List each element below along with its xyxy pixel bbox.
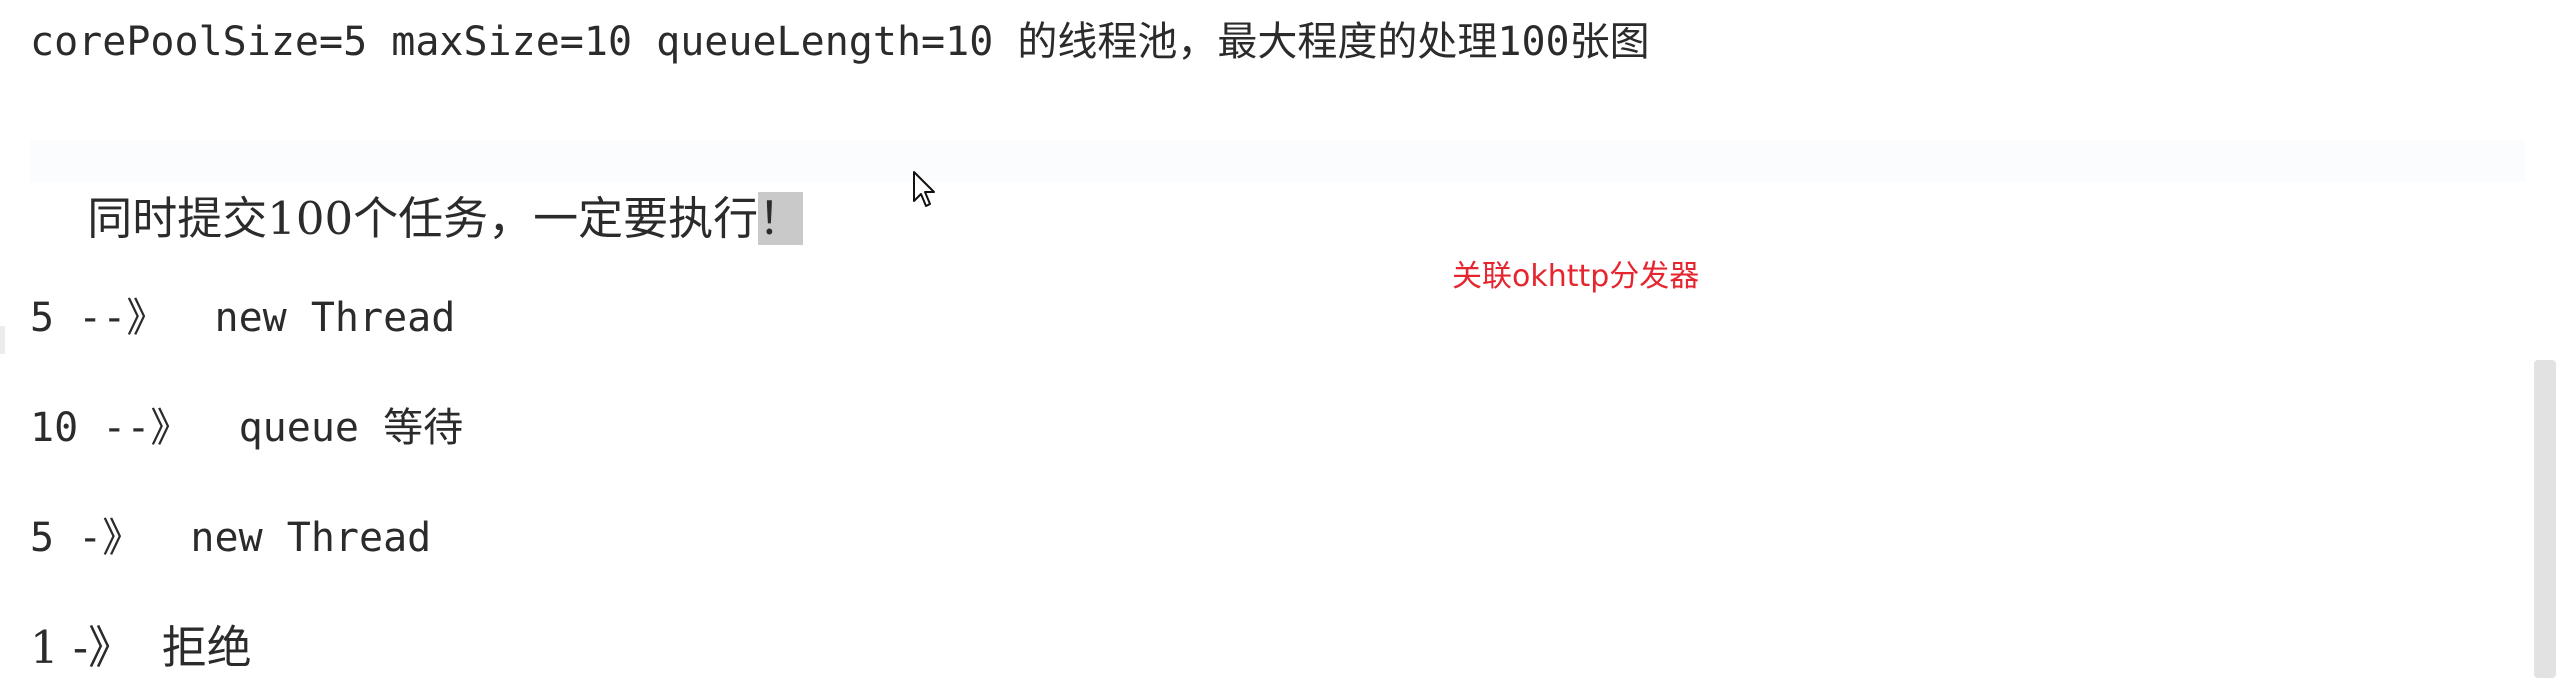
mouse-pointer-icon: [912, 170, 936, 210]
left-edge-marker: [0, 326, 5, 354]
annotation-note: 关联okhttp分发器: [1452, 259, 1700, 294]
document-line-1: corePoolSize=5 maxSize=10 queueLength=10…: [30, 19, 1650, 65]
document-editor[interactable]: corePoolSize=5 maxSize=10 queueLength=10…: [0, 0, 2560, 678]
document-line-3: 5 --》 new Thread: [30, 295, 456, 341]
selected-text[interactable]: ！: [758, 192, 804, 245]
vertical-scrollbar[interactable]: [2530, 0, 2560, 678]
line-2-text: 同时提交100个任务，一定要执行: [87, 192, 759, 245]
document-line-6: 1 -》 拒绝: [30, 621, 252, 674]
document-line-5: 5 -》 new Thread: [30, 515, 432, 561]
document-line-4: 10 --》 queue 等待: [30, 405, 464, 451]
document-line-2: 同时提交100个任务，一定要执行！: [30, 123, 804, 245]
scrollbar-thumb[interactable]: [2534, 360, 2556, 678]
